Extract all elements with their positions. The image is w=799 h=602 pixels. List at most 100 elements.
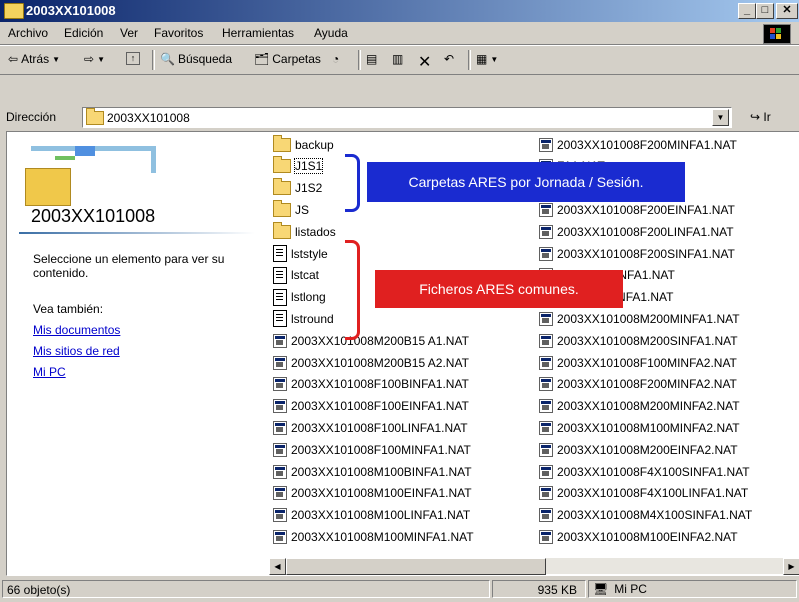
back-button[interactable]: ⇦ Atrás ▼ (8, 52, 60, 66)
file-list-item[interactable]: 2003XX101008M200SINFA1.NAT (539, 332, 738, 349)
file-list-item[interactable]: 2003XX101008M100MINFA2.NAT (539, 419, 740, 436)
panel-info-text: Seleccione un elemento para ver su conte… (33, 252, 225, 280)
file-list-item[interactable]: 2003XX101008M100MINFA1.NAT (273, 528, 474, 545)
file-list-item[interactable]: 2003XX101008F100MINFA1.NAT (273, 441, 471, 458)
file-list-item[interactable]: 2003XX101008F200EINFA1.NAT (539, 201, 735, 218)
file-list-item[interactable]: 2003XX101008M100EINFA2.NAT (539, 528, 738, 545)
file-name: 2003XX101008M200EINFA2.NAT (557, 442, 738, 457)
menu-edicion[interactable]: Edición (64, 26, 103, 40)
menu-herramientas[interactable]: Herramientas (222, 26, 294, 40)
close-button[interactable]: ✕ (776, 3, 798, 19)
menu-ver[interactable]: Ver (120, 26, 138, 40)
search-button[interactable]: 🔍 Búsqueda (160, 52, 232, 66)
move-to-button[interactable]: ▤ (366, 52, 377, 66)
file-list-item[interactable]: 2003XX101008M200B15 A2.NAT (273, 354, 469, 371)
status-object-count: 66 objeto(s) (2, 580, 490, 598)
search-label: Búsqueda (177, 52, 232, 66)
dropdown-arrow-icon: ▼ (490, 54, 499, 64)
file-list-item[interactable]: 2003XX101008M200MINFA1.NAT (539, 310, 740, 327)
file-list-item[interactable]: lstcat (273, 266, 320, 284)
file-list-item[interactable]: 2003XX101008M4X100SINFA1.NAT (539, 507, 752, 524)
file-list-item[interactable]: 2003XX101008F4X100LINFA1.NAT (539, 485, 748, 502)
forward-button[interactable]: ⇨ ▼ (84, 52, 105, 66)
computer-icon: 🖥 (593, 582, 609, 596)
toolbar-separator (468, 50, 471, 70)
file-list-item[interactable]: 2003XX101008M100BINFA1.NAT (273, 463, 472, 480)
nat-file-icon (539, 442, 553, 457)
file-list-item[interactable]: 2003XX101008F200SINFA1.NAT (539, 245, 735, 262)
views-icon: ▦ (476, 52, 488, 66)
file-list-item[interactable]: lstlong (273, 288, 326, 306)
up-folder-icon: ↑ (126, 52, 140, 65)
file-list-item[interactable]: 2003XX101008F200MINFA2.NAT (539, 376, 737, 393)
folders-annotation-text: Carpetas ARES por Jornada / Sesión. (408, 174, 644, 190)
file-list-item[interactable]: lstround (273, 310, 334, 328)
link-mis-documentos[interactable]: Mis documentos (33, 323, 120, 337)
link-mis-sitios-de-red[interactable]: Mis sitios de red (33, 344, 120, 358)
menu-archivo[interactable]: Archivo (8, 26, 48, 40)
file-name: 2003XX101008M200B15 A2.NAT (291, 355, 469, 370)
dropdown-arrow-icon: ▼ (52, 54, 60, 64)
address-dropdown-button[interactable]: ▼ (712, 109, 729, 126)
file-list-item[interactable]: backup (273, 134, 334, 153)
horizontal-scrollbar[interactable]: ◀ ▶ (269, 558, 799, 575)
file-list-item[interactable]: J1S2 (273, 178, 323, 197)
folders-button[interactable]: 🗂 Carpetas (254, 52, 321, 66)
file-list-item[interactable]: listados (273, 221, 336, 240)
file-list-item[interactable]: 2003XX101008F100LINFA1.NAT (273, 419, 468, 436)
copy-to-button[interactable]: ▥ (392, 52, 403, 66)
maximize-button[interactable]: □ (756, 3, 774, 19)
address-input[interactable]: 2003XX101008 ▼ (82, 107, 732, 128)
back-label: Atrás (21, 52, 50, 66)
file-name: backup (295, 137, 334, 152)
file-name: 2003XX101008F100MINFA1.NAT (291, 442, 471, 457)
menu-ayuda[interactable]: Ayuda (314, 26, 348, 40)
large-folder-icon (25, 146, 160, 206)
undo-button[interactable]: ↶ (444, 52, 454, 66)
file-list-item[interactable]: 2003XX101008F100EINFA1.NAT (273, 398, 469, 415)
file-list-item[interactable]: 2003XX101008M100LINFA1.NAT (273, 507, 470, 524)
scroll-left-button[interactable]: ◀ (269, 558, 286, 575)
file-name: J1S2 (295, 181, 323, 196)
minimize-button[interactable]: _ (738, 3, 756, 19)
link-mi-pc[interactable]: Mi PC (33, 365, 66, 379)
views-button[interactable]: ▦ ▼ (476, 52, 498, 66)
file-list-item[interactable]: J1S1 (273, 156, 324, 175)
file-list-item[interactable]: lststyle (273, 245, 328, 262)
file-list-item[interactable]: 2003XX101008F200MINFA1.NAT (539, 136, 737, 153)
file-list-item[interactable]: 2003XX101008M200B15 A1.NAT (273, 332, 469, 349)
file-list-item[interactable]: JS (273, 199, 309, 218)
see-also-label: Vea también: (33, 302, 104, 316)
menu-favoritos[interactable]: Favoritos (154, 26, 203, 40)
file-list-item[interactable]: 2003XX101008M200EINFA2.NAT (539, 441, 738, 458)
file-name: 2003XX101008M4X100SINFA1.NAT (557, 508, 753, 523)
file-list-item[interactable]: 2003XX101008M200MINFA2.NAT (539, 398, 740, 415)
nat-file-icon (539, 486, 553, 501)
go-button[interactable]: ↪ Ir (750, 110, 771, 124)
folder-icon (273, 156, 291, 174)
nat-file-icon (539, 420, 553, 435)
file-list-item[interactable]: 2003XX101008F4X100SINFA1.NAT (539, 463, 750, 480)
file-list-item[interactable]: 2003XX101008F100BINFA1.NAT (273, 376, 469, 393)
scroll-thumb[interactable] (286, 558, 546, 575)
file-list-item[interactable]: 2003XX101008F100MINFA2.NAT (539, 354, 737, 371)
nat-file-icon (273, 508, 287, 523)
folder-icon (273, 134, 291, 152)
file-list-item[interactable]: 2003XX101008M100EINFA1.NAT (273, 485, 472, 502)
file-list-item[interactable]: 2003XX101008F200LINFA1.NAT (539, 223, 734, 240)
delete-button[interactable]: ✕ (418, 52, 431, 72)
go-arrow-icon: ↪ (750, 110, 761, 124)
file-name: 2003XX101008M100LINFA1.NAT (291, 508, 471, 523)
file-name: 2003XX101008F4X100LINFA1.NAT (557, 486, 749, 501)
file-name: 2003XX101008F200SINFA1.NAT (557, 246, 735, 261)
file-name: lstround (291, 311, 334, 326)
file-name: lstcat (291, 268, 320, 283)
up-folder-button[interactable]: ↑ (126, 52, 140, 65)
nat-file-icon (539, 355, 553, 370)
scroll-right-button[interactable]: ▶ (783, 558, 799, 575)
files-bracket (345, 240, 360, 340)
folders-annotation: Carpetas ARES por Jornada / Sesión. (367, 162, 685, 202)
history-button[interactable]: ◔ (332, 52, 339, 66)
status-bar: 66 objeto(s) 935 KB 🖥 Mi PC (0, 578, 799, 602)
text-file-icon (273, 310, 287, 328)
